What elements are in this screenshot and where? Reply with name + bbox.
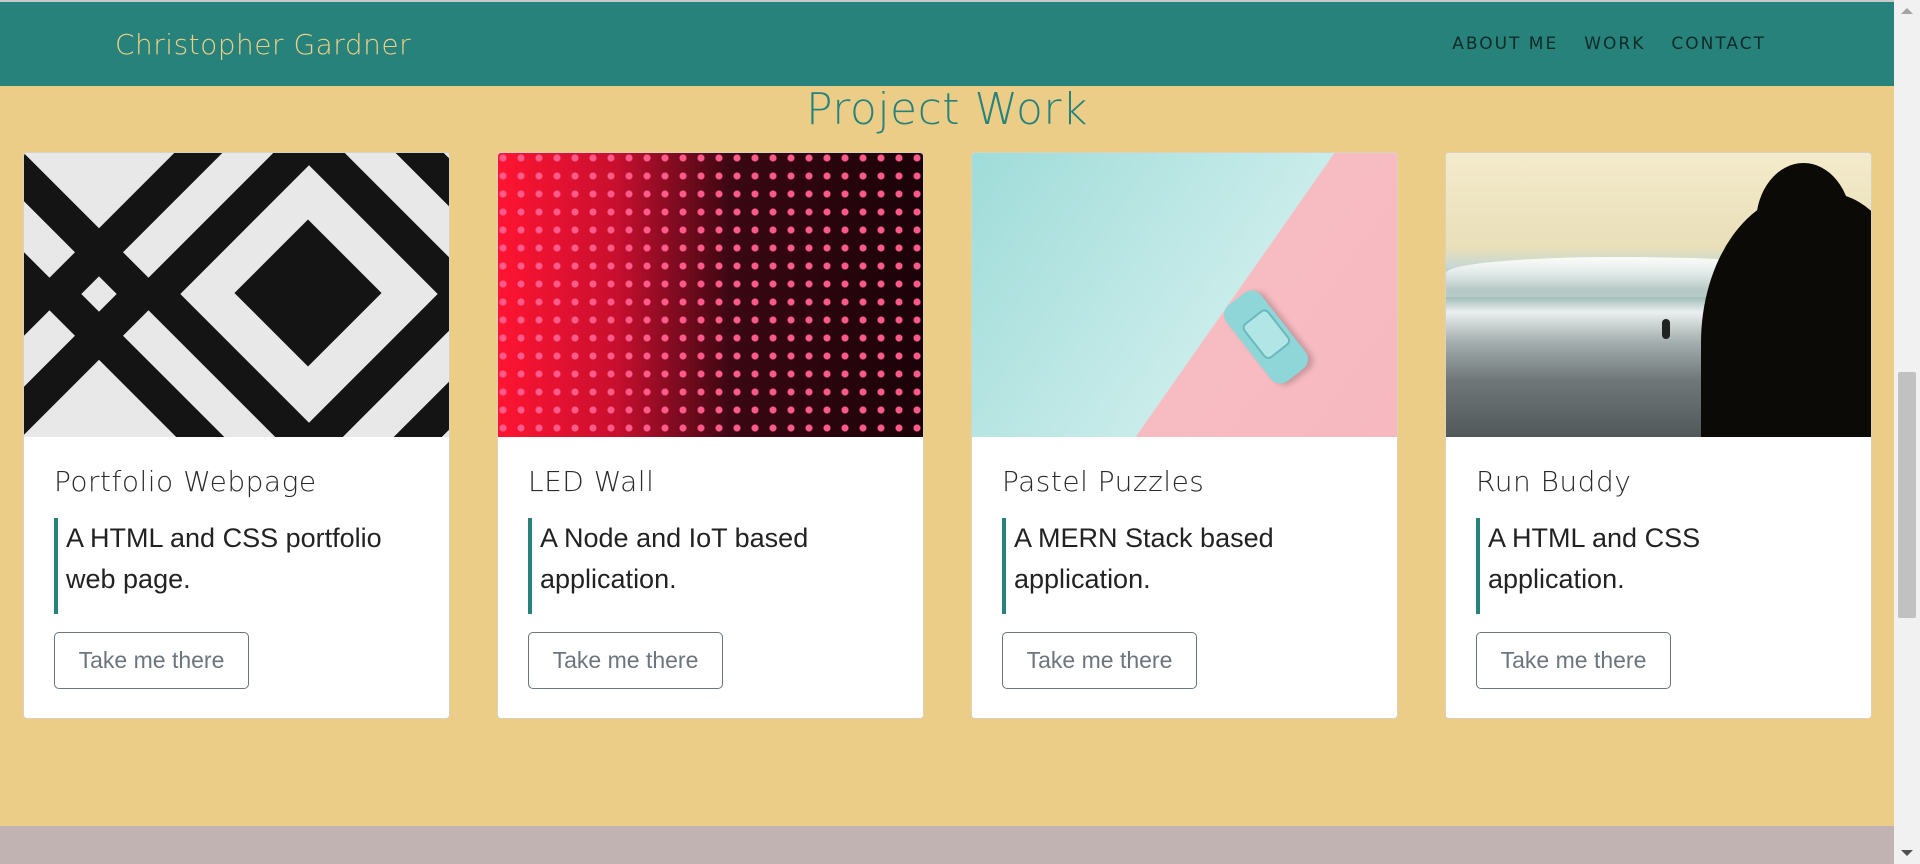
toy-car-icon <box>1219 285 1313 389</box>
card-image-surf <box>1446 153 1871 437</box>
card-image-led-wall <box>498 153 923 437</box>
project-card-pastel-puzzles: Pastel Puzzles A MERN Stack based applic… <box>971 152 1398 719</box>
project-card-led-wall: LED Wall A Node and IoT based applicatio… <box>497 152 924 719</box>
scroll-down-icon[interactable] <box>1901 850 1913 856</box>
project-card-portfolio: Portfolio Webpage A HTML and CSS portfol… <box>23 152 450 719</box>
card-description: A MERN Stack based application. <box>1002 518 1367 614</box>
surfer-shape <box>1662 319 1670 339</box>
take-me-there-button[interactable]: Take me there <box>528 632 723 689</box>
take-me-there-button[interactable]: Take me there <box>1476 632 1671 689</box>
card-body: Pastel Puzzles A MERN Stack based applic… <box>972 437 1397 689</box>
card-body: LED Wall A Node and IoT based applicatio… <box>498 437 923 689</box>
card-title: Pastel Puzzles <box>1002 465 1205 498</box>
card-description: A HTML and CSS application. <box>1476 518 1841 614</box>
page-scrollbar[interactable] <box>1894 0 1920 864</box>
card-title: LED Wall <box>528 465 655 498</box>
scroll-thumb[interactable] <box>1898 372 1916 618</box>
card-title: Portfolio Webpage <box>54 465 317 498</box>
person-silhouette <box>1701 163 1871 437</box>
take-me-there-button[interactable]: Take me there <box>54 632 249 689</box>
card-description: A HTML and CSS portfolio web page. <box>54 518 419 614</box>
scroll-up-icon[interactable] <box>1901 8 1913 14</box>
card-image-diamonds <box>24 153 449 437</box>
card-body: Portfolio Webpage A HTML and CSS portfol… <box>24 437 449 689</box>
footer-band <box>0 826 1894 864</box>
project-cards: Portfolio Webpage A HTML and CSS portfol… <box>0 0 1894 864</box>
card-title: Run Buddy <box>1476 465 1632 498</box>
card-description: A Node and IoT based application. <box>528 518 893 614</box>
card-body: Run Buddy A HTML and CSS application. Ta… <box>1446 437 1871 689</box>
card-image-pastel <box>972 153 1397 437</box>
project-card-run-buddy: Run Buddy A HTML and CSS application. Ta… <box>1445 152 1872 719</box>
take-me-there-button[interactable]: Take me there <box>1002 632 1197 689</box>
